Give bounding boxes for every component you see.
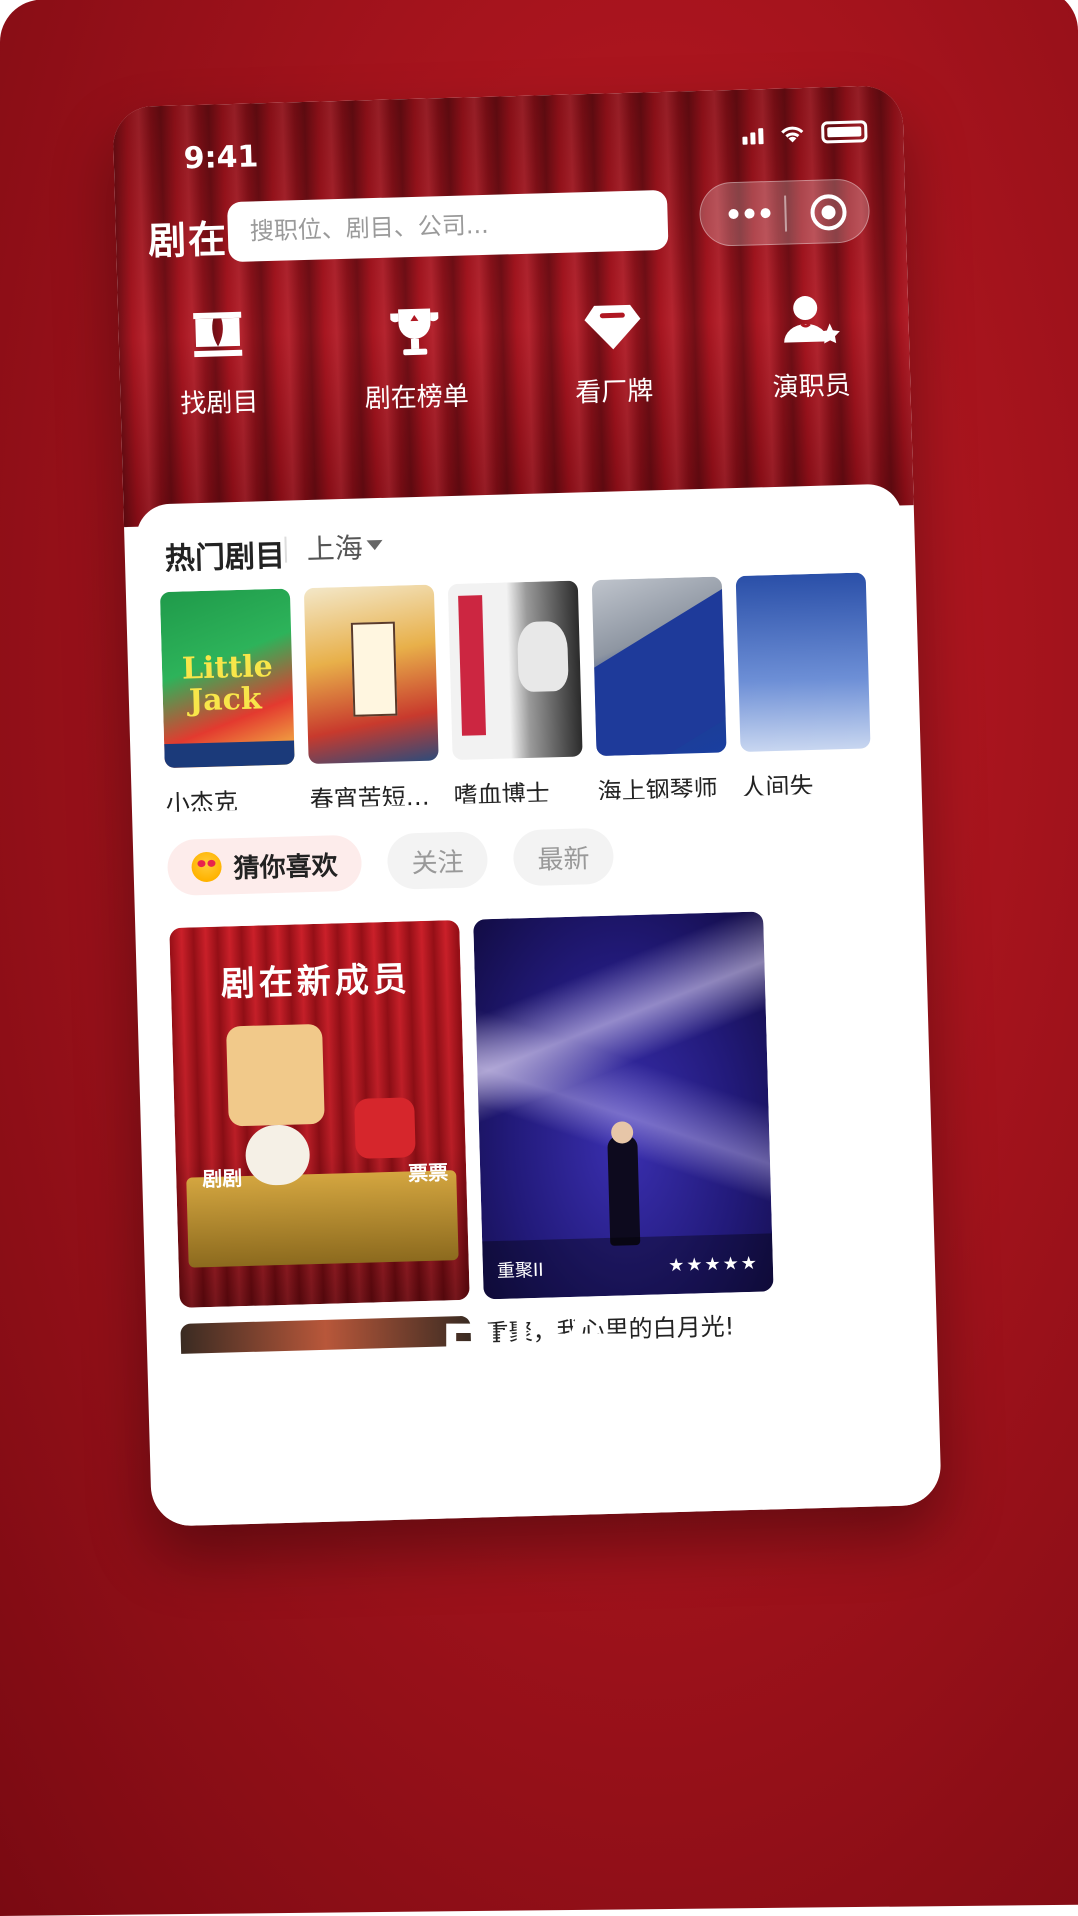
feed-card[interactable]: 重聚II ★★★★★ 重聚，我心里的白月光! [473,911,775,1348]
mascot-piaopiao [354,1097,416,1159]
divider [284,536,288,563]
search-input[interactable]: 搜职位、剧目、公司... [227,189,669,263]
nav-label: 看厂牌 [574,376,654,409]
show-name: 小杰克 [165,788,239,813]
quick-nav: 找剧目 剧在榜单 看厂牌 演职员 [118,285,911,422]
show-poster[interactable] [447,580,583,761]
battery-icon [821,120,868,144]
nav-rankings[interactable]: 剧在榜单 [334,297,497,416]
promo-subtitle: 你的专属观演指南 [323,1441,755,1492]
show-name: 人间失 [741,771,814,802]
show-poster[interactable] [591,576,727,757]
wifi-icon [781,126,804,143]
nav-find-shows[interactable]: 找剧目 [137,302,300,421]
singer-figure [607,1135,641,1246]
tab-latest[interactable]: 最新 [512,827,615,887]
section-title: 热门剧目 [164,538,286,578]
show-card[interactable]: 春宵苦短！… [303,584,441,813]
diamond-icon [584,304,641,350]
city-selector[interactable]: 上海 [306,526,363,568]
trophy-icon [390,308,439,356]
show-name: 海上钢琴师 [597,774,718,807]
heart-eyes-icon [191,851,222,883]
feed-image[interactable]: 重聚II ★★★★★ [473,911,774,1300]
caret-down-icon[interactable] [366,539,383,551]
brand-logo: 剧在 [147,217,229,264]
mascot-tag-right: 票票 [407,1160,449,1186]
hot-shows-carousel[interactable]: Little Jack 小杰克 春宵苦短！… 嗜血博士 海上钢琴师 人间失 [159,571,926,813]
status-time: 9:41 [183,139,259,177]
show-poster[interactable] [735,572,871,753]
rating-stars: ★★★★★ [667,1252,760,1276]
miniprogram-capsule[interactable] [698,178,871,247]
promo-title: 剧在 [437,1312,641,1424]
tab-follow[interactable]: 关注 [386,831,489,890]
curtain-icon [192,311,243,358]
mascot-tag-left: 剧剧 [201,1166,243,1192]
feed-image[interactable]: 剧在新成员 剧剧 票票 [169,919,470,1308]
nav-label: 剧在榜单 [364,381,470,415]
feed-tabs: 猜你喜欢 关注 最新 [166,827,615,897]
performer-star-icon [784,296,841,344]
signal-icon [742,124,764,145]
capsule-divider [784,195,788,232]
show-card[interactable]: 嗜血博士 [447,580,584,810]
show-poster[interactable] [303,584,439,765]
nav-label: 找剧目 [179,387,259,420]
show-card[interactable]: Little Jack 小杰克 [159,588,296,813]
close-target-icon[interactable] [810,193,848,231]
nav-labels[interactable]: 看厂牌 [532,291,695,410]
show-card[interactable]: 海上钢琴师 [591,576,728,806]
tab-label: 猜你喜欢 [233,850,339,884]
tab-guess-you-like[interactable]: 猜你喜欢 [166,834,363,897]
mascot-juju [226,1023,325,1127]
show-name: 春宵苦短！… [309,782,441,813]
show-card[interactable]: 人间失 [735,572,872,802]
tab-label: 最新 [537,843,590,876]
show-poster[interactable]: Little Jack [159,588,295,769]
show-name: 嗜血博士 [453,779,551,811]
more-icon[interactable] [728,207,771,220]
status-icons [742,120,868,145]
feed-heading: 剧在新成员 [220,959,412,1005]
tab-label: 关注 [411,847,464,879]
nav-label: 演职员 [772,370,852,403]
curtain-header: 9:41 剧在 搜职位、剧目、公司... 找剧目 剧在榜单 看厂牌 演职员 [112,85,914,528]
nav-performers[interactable]: 演职员 [729,286,892,405]
overlay-user: 重聚II [496,1259,544,1283]
